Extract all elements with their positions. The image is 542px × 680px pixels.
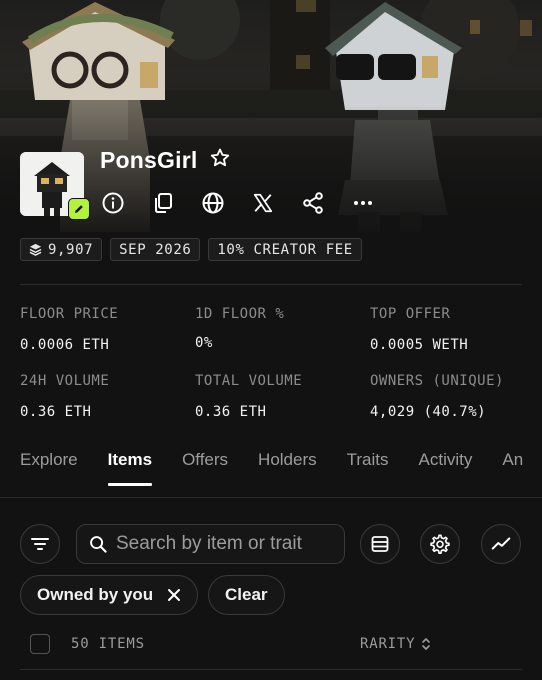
chart-button[interactable]	[481, 524, 521, 564]
stat-label: 24H VOLUME	[20, 373, 110, 389]
stat-floor-price: FLOOR PRICE 0.0006 ETH	[20, 306, 118, 353]
tab-offers[interactable]: Offers	[182, 450, 228, 486]
stat-value: 0%	[195, 335, 213, 351]
items-count: 50 ITEMS	[71, 636, 145, 652]
stat-owners: OWNERS (UNIQUE) 4,029 (40.7%)	[370, 373, 504, 420]
date-chip: SEP 2026	[110, 238, 201, 261]
close-icon[interactable]	[167, 588, 181, 602]
pencil-icon	[75, 205, 83, 213]
creator-fee-chip: 10% CREATOR FEE	[208, 238, 362, 261]
tab-holders[interactable]: Holders	[258, 450, 317, 486]
supply-count: 9,907	[48, 241, 94, 258]
stat-label: OWNERS (UNIQUE)	[370, 373, 504, 389]
filter-icon	[31, 538, 49, 550]
select-all-checkbox[interactable]	[30, 634, 50, 654]
supply-chip: 9,907	[20, 238, 103, 261]
stat-label: FLOOR PRICE	[20, 306, 119, 322]
edit-avatar-button[interactable]	[68, 198, 90, 220]
collection-actions	[100, 190, 400, 216]
copy-icon[interactable]	[150, 190, 176, 216]
tabs-divider	[0, 497, 542, 498]
search-input[interactable]	[116, 533, 336, 555]
tab-items[interactable]: Items	[107, 450, 153, 486]
stat-value: 4,029 (40.7%)	[370, 404, 487, 420]
stat-value: 0.0006 ETH	[20, 337, 110, 353]
info-icon[interactable]	[100, 190, 126, 216]
stat-label: TOTAL VOLUME	[195, 373, 303, 389]
collection-tabs: Explore Items Offers Holders Traits Acti…	[20, 450, 542, 486]
tab-traits[interactable]: Traits	[347, 450, 389, 486]
owned-by-you-filter[interactable]: Owned by you	[20, 575, 199, 615]
stat-1d-floor: 1D FLOOR % 0%	[195, 306, 284, 351]
stat-label: 1D FLOOR %	[195, 306, 285, 322]
share-icon[interactable]	[300, 190, 326, 216]
tab-activity[interactable]: Activity	[419, 450, 473, 486]
sort-label: RARITY	[360, 636, 416, 652]
more-icon[interactable]	[350, 190, 376, 216]
stat-top-offer: TOP OFFER 0.0005 WETH	[370, 306, 468, 353]
stat-value: 0.36 ETH	[20, 404, 92, 420]
gear-icon	[430, 534, 450, 554]
stat-value: 0.36 ETH	[195, 404, 267, 420]
tab-analytics[interactable]: An	[502, 450, 523, 486]
filter-label: Owned by you	[37, 585, 154, 604]
collection-meta-chips: 9,907 SEP 2026 10% CREATOR FEE	[20, 238, 362, 261]
list-view-button[interactable]	[360, 524, 400, 564]
filter-button[interactable]	[20, 524, 60, 564]
created-date: SEP 2026	[119, 241, 192, 258]
list-view-icon	[371, 536, 389, 552]
star-outline-icon[interactable]	[209, 147, 231, 174]
header-divider	[20, 284, 522, 285]
globe-icon[interactable]	[200, 190, 226, 216]
stat-value: 0.0005 WETH	[370, 337, 469, 353]
rarity-sort-button[interactable]: RARITY	[360, 636, 431, 652]
search-icon	[90, 535, 107, 553]
tab-explore[interactable]: Explore	[20, 450, 78, 486]
settings-button[interactable]	[420, 524, 460, 564]
clear-filters-button[interactable]: Clear	[208, 575, 285, 615]
layers-icon	[29, 243, 42, 256]
x-logo-icon[interactable]	[250, 190, 276, 216]
list-header-divider	[20, 669, 522, 670]
stat-total-volume: TOTAL VOLUME 0.36 ETH	[195, 373, 302, 420]
trend-chart-icon	[491, 537, 511, 550]
creator-fee: 10% CREATOR FEE	[217, 241, 353, 258]
collection-name: PonsGirl	[100, 147, 198, 173]
stat-24h-volume: 24H VOLUME 0.36 ETH	[20, 373, 109, 420]
stat-label: TOP OFFER	[370, 306, 451, 322]
sort-chevrons-icon	[422, 638, 431, 650]
collection-title-row: PonsGirl	[100, 147, 231, 174]
clear-label: Clear	[225, 585, 268, 604]
search-field[interactable]	[76, 524, 345, 564]
